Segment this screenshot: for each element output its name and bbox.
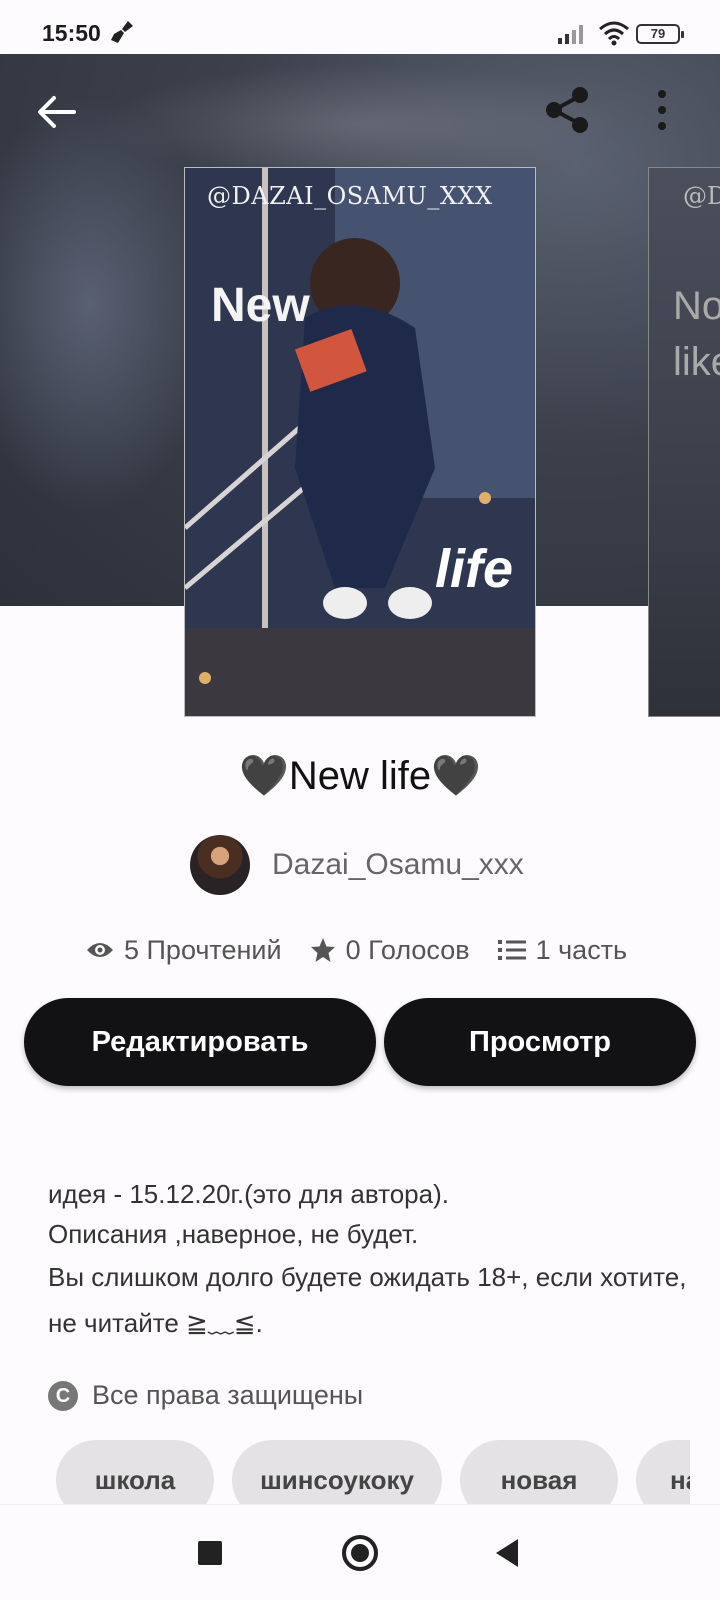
votes-count: 0 Голосов	[345, 934, 470, 965]
description-line: Вы слишком долго будете ожидать 18+, есл…	[48, 1262, 687, 1338]
parts-count: 1 часть	[535, 934, 628, 965]
story-description: идея - 15.12.20г.(это для автора). Описа…	[48, 1174, 688, 1346]
status-time: 15:50	[42, 20, 101, 46]
reads-stat: 5 Прочтений	[86, 935, 282, 966]
copyright-icon: C	[48, 1380, 78, 1411]
list-icon	[497, 940, 526, 960]
parts-stat: 1 часть	[497, 934, 628, 966]
more-options-button[interactable]	[652, 88, 672, 132]
more-vertical-icon	[658, 90, 666, 130]
share-button[interactable]	[540, 82, 596, 138]
cover-watermark: @DAZAI_OSAMU_XXX	[207, 182, 493, 210]
description-line: Описания ,наверное, не будет.	[48, 1219, 419, 1249]
reads-count: 5 Прочтений	[124, 934, 282, 965]
story-stats: 5 Прочтений 0 Голосов 1 часть	[86, 930, 655, 970]
copyright-label: Все права защищены	[92, 1380, 364, 1410]
signal-icon	[558, 22, 588, 51]
edit-button[interactable]: Редактировать	[24, 998, 376, 1086]
preview-button[interactable]: Просмотр	[384, 998, 696, 1086]
system-nav-bar	[0, 1504, 720, 1600]
story-details-screen: 15:50 79 @DAZAI_OSAMU_XXX New life @ N l…	[0, 0, 720, 1600]
arrow-left-icon	[38, 96, 76, 128]
author-avatar[interactable]	[190, 835, 250, 895]
broom-icon	[108, 18, 136, 51]
cover-text-life: life	[435, 539, 514, 599]
next-cover-watermark: @D	[683, 182, 720, 210]
status-bar: 15:50 79	[0, 0, 720, 54]
votes-stat: 0 Голосов	[310, 935, 470, 966]
cover-illustration	[185, 168, 535, 716]
cover-text-new: New	[211, 279, 310, 332]
author-name[interactable]: Dazai_Osamu_xxx	[272, 848, 524, 882]
copyright-notice: C Все права защищены	[48, 1380, 363, 1411]
next-cover-text: Not like	[673, 284, 720, 384]
author-row[interactable]: Dazai_Osamu_xxx	[190, 834, 524, 896]
recent-apps-button[interactable]	[198, 1541, 222, 1565]
home-button[interactable]	[342, 1535, 378, 1571]
eye-icon	[87, 943, 113, 957]
story-title: 🖤New life🖤	[239, 754, 481, 798]
next-story-cover[interactable]: @D Not like	[648, 167, 720, 717]
story-cover[interactable]: @DAZAI_OSAMU_XXX New life	[184, 167, 536, 717]
battery-indicator: 79	[636, 24, 684, 44]
share-icon	[546, 87, 588, 133]
star-icon	[310, 938, 335, 962]
description-line: идея - 15.12.20г.(это для автора).	[48, 1179, 449, 1209]
wifi-icon	[598, 20, 630, 51]
back-button[interactable]	[30, 86, 82, 138]
system-back-button[interactable]	[496, 1539, 518, 1567]
